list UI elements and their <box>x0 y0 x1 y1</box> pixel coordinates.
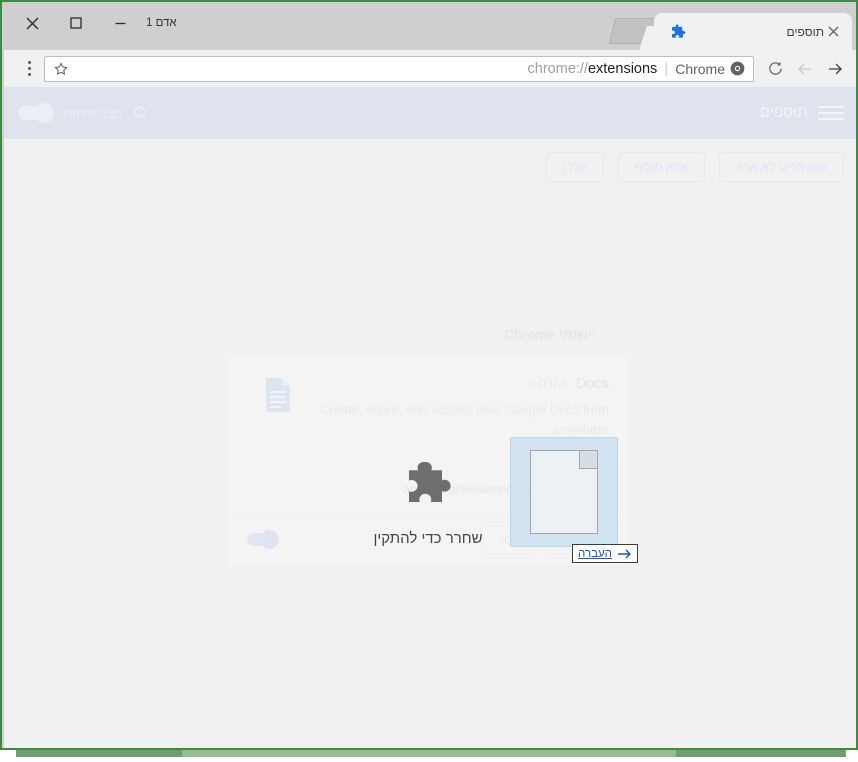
extensions-page: תוספים מצב פיתוח טען פריט לא ארוז ארוז ת… <box>4 87 858 750</box>
taskbar-chunk-mid <box>182 750 676 757</box>
load-unpacked-button[interactable]: טען פריט לא ארוז <box>719 152 844 182</box>
omnibox-separator: | <box>664 60 668 77</box>
drag-action-label: העברה <box>578 548 612 560</box>
title-bar: אדם 1 תוספים <box>4 4 858 50</box>
chrome-logo-icon <box>730 61 745 76</box>
address-bar-url: chrome://extensions <box>528 61 658 77</box>
reload-icon[interactable] <box>760 54 790 84</box>
browser-toolbar: chrome://extensions | Chrome <box>4 50 858 87</box>
extension-name: Docs <box>576 376 609 392</box>
taskbar-chunk-right <box>676 750 846 757</box>
window-minimize-button[interactable] <box>106 11 134 35</box>
document-icon <box>530 450 598 534</box>
extension-description: Create, share, and access your Google Do… <box>319 400 609 440</box>
tab-close-icon[interactable] <box>824 23 842 41</box>
window-close-button[interactable] <box>18 11 46 35</box>
section-title-chrome-apps: יישומי Chrome <box>504 327 596 342</box>
search-icon[interactable] <box>127 99 155 127</box>
extension-version: 0.0.0.6 <box>529 377 567 391</box>
desktop-taskbar-strip <box>0 750 858 762</box>
arrow-right-icon <box>617 548 632 560</box>
extensions-page-header: תוספים מצב פיתוח <box>4 87 858 139</box>
update-button[interactable]: עדכן <box>546 152 604 182</box>
dev-mode-label: מצב פיתוח <box>64 106 123 121</box>
pack-extension-button[interactable]: ארוז תוסף <box>618 152 705 182</box>
puzzle-piece-icon <box>669 23 686 40</box>
page-title: תוספים <box>760 104 808 122</box>
window-maximize-button[interactable] <box>62 11 90 35</box>
drag-ghost-image <box>510 437 618 547</box>
extensions-actions-row: טען פריט לא ארוז ארוז תוסף עדכן <box>546 152 844 182</box>
forward-arrow-icon[interactable] <box>820 54 850 84</box>
extension-enabled-toggle[interactable] <box>247 533 277 546</box>
star-icon[interactable] <box>53 61 69 77</box>
google-docs-icon <box>257 374 299 416</box>
browser-window: אדם 1 תוספים <box>0 0 858 750</box>
omnibox-chrome-chip[interactable]: Chrome <box>675 61 745 77</box>
drag-action-badge: העברה <box>572 544 638 563</box>
omnibox-chip-label: Chrome <box>675 61 725 77</box>
three-dots-icon[interactable] <box>14 55 44 83</box>
url-scheme: chrome:// <box>528 61 588 77</box>
address-bar[interactable]: chrome://extensions | Chrome <box>44 56 754 82</box>
taskbar-chunk-left <box>16 750 182 757</box>
tab-label: תוספים <box>686 25 824 39</box>
dev-mode-toggle[interactable] <box>18 106 52 120</box>
window-title: אדם 1 <box>146 14 177 32</box>
hamburger-icon[interactable] <box>818 100 844 126</box>
extension-card-header: Docs 0.0.0.6 <box>319 376 609 392</box>
tab-extensions[interactable]: תוספים <box>654 13 852 50</box>
url-path: extensions <box>588 61 657 77</box>
back-arrow-icon[interactable] <box>790 54 820 84</box>
